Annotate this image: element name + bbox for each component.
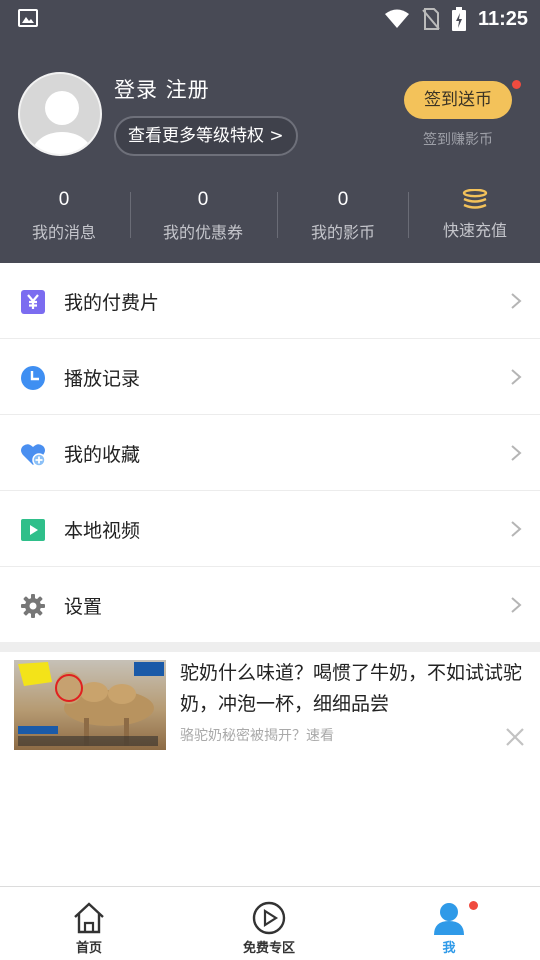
stat-coupons[interactable]: 0 我的优惠券 <box>148 186 258 243</box>
divider <box>408 192 409 238</box>
notification-dot <box>469 901 478 910</box>
stat-label: 我的消息 <box>31 223 96 242</box>
coins-icon <box>425 186 525 214</box>
login-register-link[interactable]: 登录 注册 <box>114 74 210 104</box>
ad-title[interactable]: 驼奶什么味道？喝惯了牛奶，不如试试驼奶，冲泡一杯，细细品尝 <box>180 658 525 720</box>
stat-label: 我的影币 <box>310 223 375 242</box>
profile-header: 登录 注册 查看更多等级特权 > 签到送币 签到赚影币 0 我的消息 0 我的优… <box>0 38 540 263</box>
no-sim-icon <box>422 8 440 30</box>
menu-item-paid-videos[interactable]: 我的付费片 <box>0 263 540 339</box>
menu-item-settings[interactable]: 设置 <box>0 567 540 643</box>
yen-icon <box>21 290 45 314</box>
wifi-icon <box>384 9 409 28</box>
stat-value: 0 <box>58 189 70 210</box>
menu-item-play-history[interactable]: 播放记录 <box>0 339 540 415</box>
chevron-right-icon <box>511 369 522 385</box>
nav-free-zone[interactable]: 免费专区 <box>209 887 329 960</box>
avatar[interactable] <box>18 72 102 156</box>
clock-time: 11:25 <box>477 7 528 30</box>
stats-row: 0 我的消息 0 我的优惠券 0 我的影币 快速充值 <box>0 186 540 256</box>
play-circle-icon <box>252 901 286 935</box>
level-privilege-button[interactable]: 查看更多等级特权 > <box>114 116 298 156</box>
stat-messages[interactable]: 0 我的消息 <box>14 186 114 243</box>
checkin-button[interactable]: 签到送币 <box>404 81 512 119</box>
stat-value: 0 <box>197 189 209 210</box>
my-page: 11:25 登录 注册 查看更多等级特权 > 签到送币 签到赚影币 0 我的消息… <box>0 0 540 960</box>
heart-plus-icon <box>21 444 46 467</box>
menu-item-label: 本地视频 <box>64 520 141 542</box>
ad-banner[interactable]: 驼奶什么味道？喝惯了牛奶，不如试试驼奶，冲泡一杯，细细品尝 骆驼奶秘密被揭开？速… <box>0 652 540 762</box>
checkin-subtitle: 签到赚影币 <box>423 132 493 148</box>
stat-quick-recharge[interactable]: 快速充值 <box>425 186 525 241</box>
video-play-icon <box>21 519 45 541</box>
menu-item-label: 播放记录 <box>64 368 141 390</box>
stat-label: 我的优惠券 <box>162 223 243 242</box>
gear-icon <box>21 594 45 618</box>
chevron-right-icon <box>511 293 522 309</box>
notification-dot <box>512 80 521 89</box>
bottom-nav: 首页 免费专区 我 <box>0 886 540 960</box>
status-bar: 11:25 <box>0 0 540 38</box>
menu-item-label: 设置 <box>64 596 103 618</box>
chevron-right-icon <box>511 445 522 461</box>
divider <box>277 192 278 238</box>
image-icon <box>18 9 38 27</box>
nav-home[interactable]: 首页 <box>29 887 149 960</box>
stat-value: 0 <box>337 189 349 210</box>
close-icon[interactable] <box>505 727 525 747</box>
person-icon <box>434 903 464 935</box>
menu-item-label: 我的收藏 <box>64 444 141 466</box>
menu-item-favorites[interactable]: 我的收藏 <box>0 415 540 491</box>
nav-label: 首页 <box>75 941 102 956</box>
menu-item-local-videos[interactable]: 本地视频 <box>0 491 540 567</box>
section-divider <box>0 642 540 652</box>
divider <box>130 192 131 238</box>
chevron-right-icon <box>511 597 522 613</box>
ad-thumbnail[interactable] <box>14 660 166 750</box>
stat-label: 快速充值 <box>442 221 507 240</box>
nav-label: 我 <box>442 941 456 956</box>
menu-list: 我的付费片 播放记录 我的收藏 本地视频 设置 <box>0 263 540 643</box>
nav-me[interactable]: 我 <box>389 887 509 960</box>
battery-charging-icon <box>451 7 466 31</box>
chevron-right-icon <box>511 521 522 537</box>
stat-coins[interactable]: 0 我的影币 <box>293 186 393 243</box>
nav-label: 免费专区 <box>242 941 295 956</box>
home-icon <box>74 902 104 934</box>
ad-subtitle: 骆驼奶秘密被揭开？速看 <box>180 728 334 744</box>
menu-item-label: 我的付费片 <box>64 292 160 314</box>
clock-icon <box>21 366 45 390</box>
